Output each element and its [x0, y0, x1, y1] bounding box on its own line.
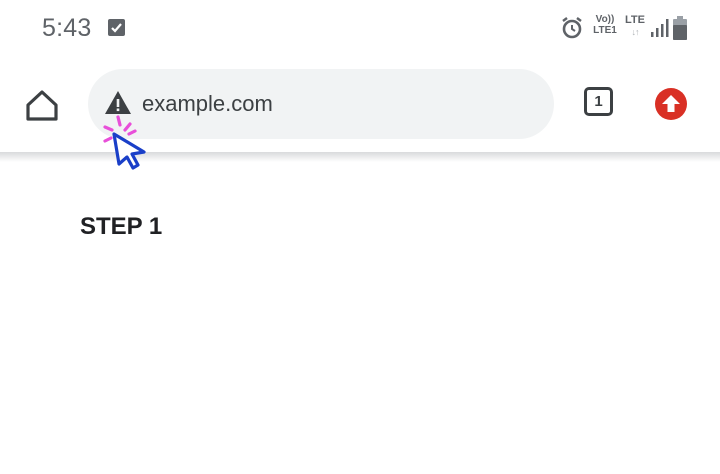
address-bar[interactable]: example.com — [88, 69, 554, 139]
volte-bottom-text: LTE1 — [593, 25, 617, 36]
status-bar: 5:43 Vo)) LTE1 LTE ↓↑ — [0, 0, 720, 56]
update-icon — [662, 95, 680, 112]
tab-switcher-button[interactable]: 1 — [584, 87, 613, 116]
volte-top-text: Vo)) — [595, 14, 615, 25]
volte-indicator: Vo)) LTE1 — [590, 14, 620, 36]
update-button[interactable] — [655, 88, 687, 120]
home-icon — [26, 90, 58, 121]
tab-count: 1 — [594, 93, 603, 110]
check-notification-icon — [108, 19, 125, 36]
battery-icon — [673, 16, 687, 45]
status-time: 5:43 — [42, 14, 92, 42]
browser-screen: 5:43 Vo)) LTE1 LTE ↓↑ example.com 1 STEP… — [0, 0, 720, 474]
signal-icon — [650, 18, 670, 43]
alarm-icon — [560, 16, 584, 45]
home-button[interactable] — [22, 86, 62, 126]
step-heading: STEP 1 — [80, 213, 163, 240]
lte-text: LTE — [625, 14, 645, 26]
lte-indicator: LTE ↓↑ — [623, 14, 647, 38]
url-text[interactable]: example.com — [142, 91, 273, 117]
click-cursor-icon — [100, 114, 152, 177]
data-arrows-icon: ↓↑ — [631, 27, 640, 37]
